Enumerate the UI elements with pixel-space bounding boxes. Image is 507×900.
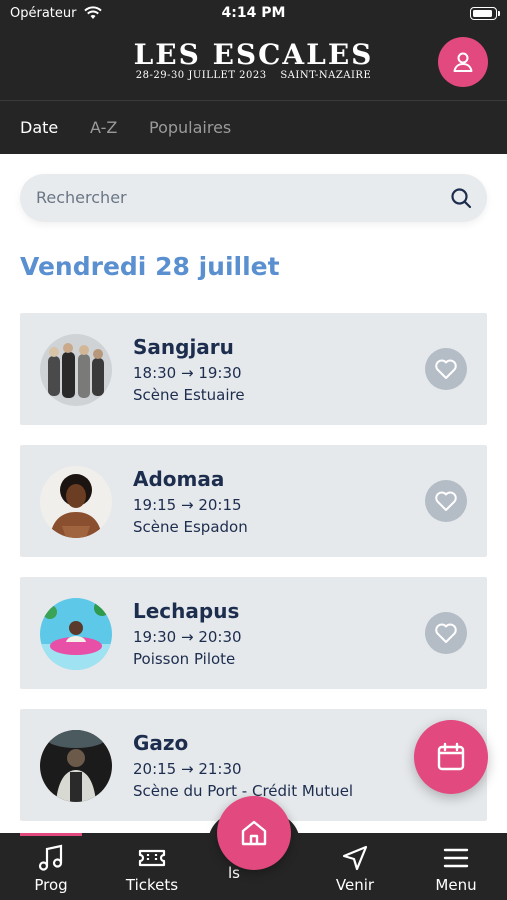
nav-label: Prog bbox=[34, 876, 68, 894]
nav-venir[interactable]: Venir bbox=[315, 833, 395, 900]
hamburger-menu-icon bbox=[416, 843, 496, 873]
event-time: 19:15 → 20:15 bbox=[133, 496, 242, 514]
heart-icon bbox=[435, 623, 457, 643]
battery-icon bbox=[470, 7, 500, 20]
home-button[interactable] bbox=[217, 796, 291, 870]
artist-photo bbox=[40, 334, 112, 406]
home-icon bbox=[241, 820, 267, 846]
artist-name: Gazo bbox=[133, 731, 189, 755]
artist-name: Sangjaru bbox=[133, 335, 234, 359]
logo-place: SAINT-NAZAIRE bbox=[280, 70, 372, 81]
calendar-button[interactable] bbox=[414, 720, 488, 794]
day-heading: Vendredi 28 juillet bbox=[20, 252, 280, 281]
tab-date[interactable]: Date bbox=[20, 118, 58, 137]
favorite-button[interactable] bbox=[425, 348, 467, 390]
event-stage: Scène Estuaire bbox=[133, 386, 245, 404]
artist-photo bbox=[40, 730, 112, 802]
app-header: LES ESCALES 28-29-30 JUILLET 2023 SAINT-… bbox=[0, 30, 507, 100]
status-bar: Opérateur 4:14 PM bbox=[0, 0, 507, 30]
filter-tabs: Date A-Z Populaires bbox=[0, 100, 507, 154]
favorite-button[interactable] bbox=[425, 612, 467, 654]
navigation-arrow-icon bbox=[315, 843, 395, 873]
clock: 4:14 PM bbox=[221, 5, 286, 21]
nav-label: Venir bbox=[335, 876, 375, 894]
event-card[interactable]: Adomaa 19:15 → 20:15 Scène Espadon bbox=[20, 445, 487, 557]
event-time: 20:15 → 21:30 bbox=[133, 760, 242, 778]
artist-name: Lechapus bbox=[133, 599, 240, 623]
search-input[interactable]: Rechercher bbox=[36, 188, 127, 207]
logo-dates: 28-29-30 JUILLET 2023 bbox=[135, 70, 267, 81]
event-time: 18:30 → 19:30 bbox=[133, 364, 242, 382]
tab-populaires[interactable]: Populaires bbox=[149, 118, 231, 137]
search-bar[interactable]: Rechercher bbox=[20, 174, 487, 222]
user-icon bbox=[453, 52, 473, 72]
nav-label: Menu bbox=[435, 876, 477, 894]
nav-menu[interactable]: Menu bbox=[416, 833, 496, 900]
event-time: 19:30 → 20:30 bbox=[133, 628, 242, 646]
nav-tickets[interactable]: Tickets bbox=[112, 833, 192, 900]
profile-button[interactable] bbox=[438, 37, 488, 87]
event-card[interactable]: Sangjaru 18:30 → 19:30 Scène Estuaire bbox=[20, 313, 487, 425]
logo-title: LES ESCALES bbox=[133, 38, 374, 71]
nav-label: Tickets bbox=[125, 876, 179, 894]
tab-a-z[interactable]: A-Z bbox=[90, 118, 117, 137]
event-card[interactable]: Lechapus 19:30 → 20:30 Poisson Pilote bbox=[20, 577, 487, 689]
event-stage: Poisson Pilote bbox=[133, 650, 236, 668]
logo-subtitle: 28-29-30 JUILLET 2023 SAINT-NAZAIRE bbox=[0, 70, 507, 81]
music-note-icon bbox=[11, 843, 91, 873]
event-stage: Scène Espadon bbox=[133, 518, 248, 536]
artist-photo bbox=[40, 466, 112, 538]
heart-icon bbox=[435, 491, 457, 511]
search-icon[interactable] bbox=[449, 186, 473, 214]
artist-name: Adomaa bbox=[133, 467, 225, 491]
calendar-icon bbox=[437, 742, 465, 771]
artist-photo bbox=[40, 598, 112, 670]
heart-icon bbox=[435, 359, 457, 379]
favorite-button[interactable] bbox=[425, 480, 467, 522]
ticket-icon bbox=[112, 843, 192, 873]
nav-prog[interactable]: Prog bbox=[11, 833, 91, 900]
